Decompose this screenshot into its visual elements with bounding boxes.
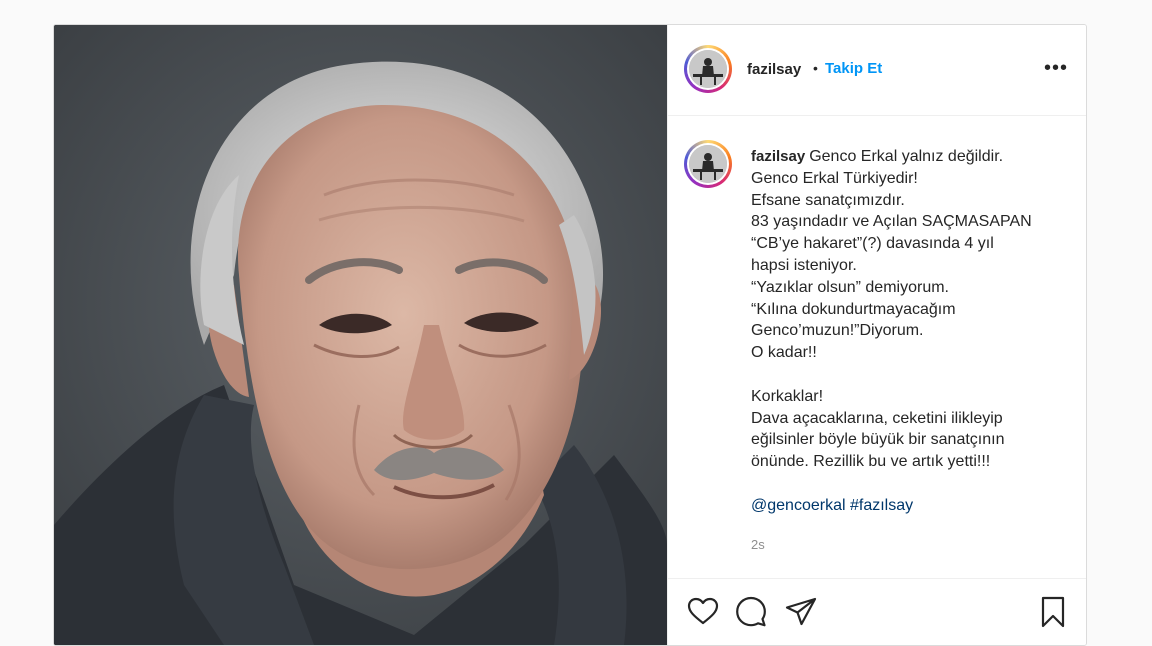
- caption-line: Genco’muzun!”Diyorum.: [751, 322, 924, 340]
- caption-line: Dava açacaklarına, ceketini ilikleyip: [751, 409, 1003, 427]
- caption-tags: @gencoerkal #fazılsay: [751, 495, 1061, 517]
- caption-line: “Yazıklar olsun” demiyorum.: [751, 278, 949, 296]
- bookmark-icon[interactable]: [1036, 595, 1070, 629]
- mention-link[interactable]: @gencoerkal: [751, 497, 846, 514]
- avatar[interactable]: [684, 45, 732, 93]
- caption-line: Genco Erkal Türkiyedir!: [751, 169, 918, 187]
- caption-line: fazilsay Genco Erkal yalnız değildir.: [751, 148, 1004, 165]
- comment-icon[interactable]: [734, 595, 768, 629]
- follow-button[interactable]: Takip Et: [825, 60, 882, 77]
- portrait-image: [54, 25, 667, 645]
- avatar-image: [689, 145, 727, 183]
- caption-line: eğilsinler böyle büyük bir sanatçının: [751, 431, 1005, 449]
- post-caption: fazilsay Genco Erkal yalnız değildir. Gen…: [751, 146, 1061, 517]
- caption-line: önünde. Rezillik bu ve artık yetti!!!: [751, 453, 991, 471]
- paper-plane-icon[interactable]: [784, 595, 818, 629]
- avatar-image: [689, 50, 727, 88]
- hashtag-link[interactable]: #fazılsay: [850, 497, 913, 514]
- caption-line: “CB’ye hakaret”(?) davasında 4 yıl: [751, 235, 994, 253]
- header-username[interactable]: fazilsay: [747, 61, 801, 78]
- caption-line: “Kılına dokundurtmayacağım: [751, 300, 956, 318]
- caption-line: hapsi isteniyor.: [751, 256, 857, 274]
- caption-avatar[interactable]: [684, 140, 732, 188]
- caption-line: Korkaklar!: [751, 387, 824, 405]
- post-photo[interactable]: [54, 25, 667, 645]
- caption-line: 83 yaşındadır ve Açılan SAÇMASAPAN: [751, 213, 1032, 231]
- instagram-post: fazilsay • Takip Et ••• fazilsay Genco E…: [53, 24, 1087, 646]
- more-options-icon[interactable]: •••: [1043, 55, 1069, 81]
- post-timestamp[interactable]: 2s: [751, 537, 765, 552]
- heart-icon[interactable]: [686, 595, 720, 629]
- post-sidebar: fazilsay • Takip Et ••• fazilsay Genco E…: [667, 25, 1086, 645]
- separator-dot: •: [813, 60, 818, 76]
- caption-area: fazilsay Genco Erkal yalnız değildir. Gen…: [668, 116, 1086, 578]
- caption-line: Efsane sanatçımızdır.: [751, 191, 905, 209]
- caption-username[interactable]: fazilsay: [751, 148, 805, 165]
- caption-line: O kadar!!: [751, 344, 817, 362]
- post-header: fazilsay • Takip Et •••: [668, 25, 1086, 116]
- action-bar: [668, 578, 1086, 645]
